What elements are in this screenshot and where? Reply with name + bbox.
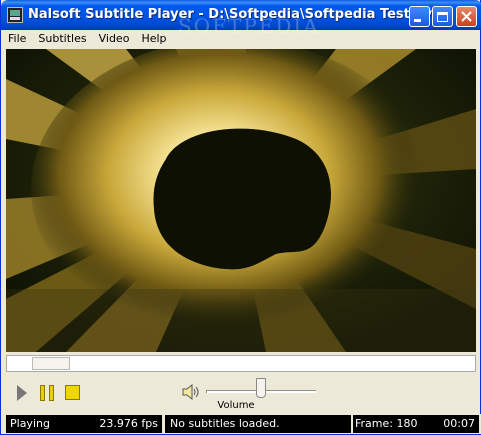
pause-icon <box>49 385 54 401</box>
minimize-button[interactable] <box>409 6 430 27</box>
video-display[interactable] <box>6 49 476 352</box>
status-state: Playing <box>10 417 50 430</box>
status-frame-panel: Frame: 180 00:07 <box>353 415 479 433</box>
maximize-icon <box>437 11 448 22</box>
speaker-icon[interactable] <box>181 383 201 401</box>
pause-button[interactable] <box>40 385 54 401</box>
close-icon <box>461 11 472 22</box>
status-fps: 23.976 fps <box>99 417 158 430</box>
app-icon[interactable] <box>7 7 23 23</box>
menu-help[interactable]: Help <box>135 30 172 48</box>
close-button[interactable] <box>456 6 477 27</box>
seek-thumb[interactable] <box>32 357 70 370</box>
menu-video[interactable]: Video <box>93 30 136 48</box>
stop-button[interactable] <box>65 385 80 400</box>
player-window: Nalsoft Subtitle Player - D:\Softpedia\S… <box>0 0 481 435</box>
seek-bar[interactable] <box>6 355 476 372</box>
menu-subtitles[interactable]: Subtitles <box>32 30 92 48</box>
title-bar[interactable]: Nalsoft Subtitle Player - D:\Softpedia\S… <box>1 0 481 38</box>
menu-file[interactable]: File <box>2 30 32 48</box>
status-frame: Frame: 180 <box>355 417 418 430</box>
menu-bar: File Subtitles Video Help <box>2 30 481 48</box>
status-bar: Playing 23.976 fps No subtitles loaded. … <box>2 414 481 434</box>
volume-thumb[interactable] <box>256 378 266 398</box>
minimize-icon <box>413 19 421 22</box>
volume-label: Volume <box>217 400 255 411</box>
play-button[interactable] <box>17 385 27 401</box>
pause-icon <box>40 385 45 401</box>
status-time: 00:07 <box>443 417 475 430</box>
status-subtitles: No subtitles loaded. <box>165 415 351 433</box>
video-frame <box>6 49 476 352</box>
maximize-button[interactable] <box>432 6 453 27</box>
status-state-panel: Playing 23.976 fps <box>6 415 162 433</box>
